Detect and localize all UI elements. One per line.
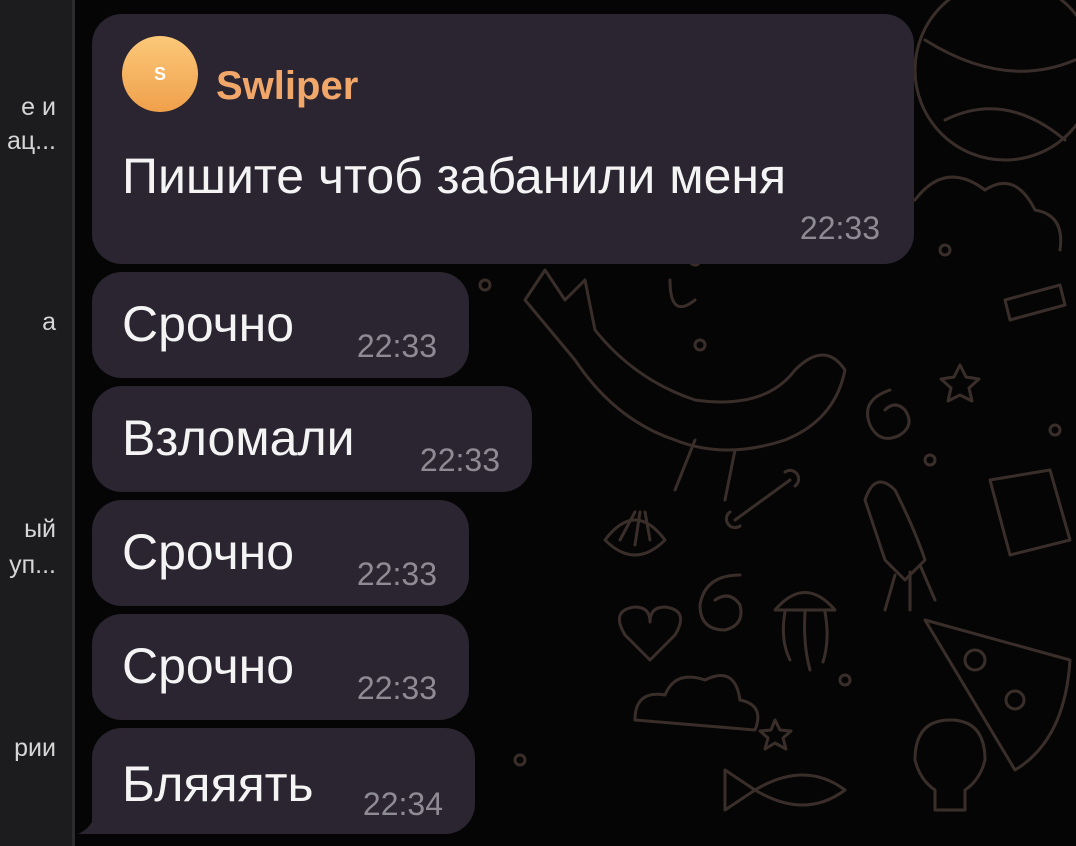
fish-doodle	[723, 768, 847, 812]
heart-doodle	[617, 605, 683, 662]
cloud-doodle	[633, 674, 760, 732]
message-time: 22:33	[799, 210, 880, 246]
message-text: Взломали	[122, 410, 355, 466]
lightbulb-doodle	[913, 718, 987, 812]
fox-doodle	[523, 268, 847, 452]
bone-doodle	[724, 468, 801, 530]
star-doodle	[939, 363, 981, 403]
message-bubble[interactable]: Бляяять 22:34	[92, 728, 475, 834]
chat-list-item[interactable]: а	[0, 305, 72, 385]
chat-list-item-preview-line: ый	[24, 515, 56, 543]
chat-list-item-preview-line: а	[42, 308, 56, 336]
bubble-tail	[78, 812, 108, 834]
chat-list-sidebar[interactable]: е и ац... а ый уп... рии	[0, 0, 72, 846]
message-text: Срочно	[122, 296, 295, 352]
spiral-doodle	[866, 388, 911, 440]
chat-list-item[interactable]: е и ац...	[0, 88, 72, 168]
jellyfish-doodle	[773, 591, 837, 612]
squid-doodle	[863, 480, 927, 582]
message-bubble[interactable]: Взломали 22:33	[92, 386, 532, 492]
message-bubble-with-sender[interactable]: S Swliper Пишите чтоб забанили меня 22:3…	[92, 14, 914, 264]
message-time: 22:33	[356, 556, 437, 592]
shell-doodle	[603, 510, 667, 557]
message-time: 22:33	[356, 670, 437, 706]
telegram-window: е и ац... а ый уп... рии S Swliper Пишит…	[0, 0, 1076, 846]
sender-avatar[interactable]: S	[122, 36, 198, 112]
chat-list-item-preview-line: уп...	[9, 551, 56, 579]
chat-list-item[interactable]: рии	[0, 731, 72, 811]
message-time: 22:33	[356, 328, 437, 364]
message-text: Срочно	[122, 638, 295, 694]
message-bubble[interactable]: Срочно 22:33	[92, 614, 469, 720]
pizza-doodle	[923, 618, 1072, 772]
message-time: 22:33	[419, 442, 500, 478]
message-bubble[interactable]: Срочно 22:33	[92, 500, 469, 606]
planet-doodle	[913, 0, 1076, 162]
chat-list-item-preview-line: рии	[14, 734, 56, 762]
chat-list-item[interactable]: ый уп...	[0, 512, 72, 592]
message-text: Срочно	[122, 524, 295, 580]
sender-name[interactable]: Swliper	[216, 62, 358, 110]
chat-list-item-preview-line: ац...	[6, 127, 56, 155]
box-doodle	[988, 468, 1072, 557]
chat-list-item-preview-line: е и	[21, 93, 56, 121]
message-text: Пишите чтоб забанили меня	[122, 148, 787, 204]
message-text: Бляяять	[122, 756, 314, 812]
telescope-doodle	[1003, 283, 1067, 322]
message-time: 22:34	[362, 786, 443, 822]
message-bubble[interactable]: Срочно 22:33	[92, 272, 469, 378]
